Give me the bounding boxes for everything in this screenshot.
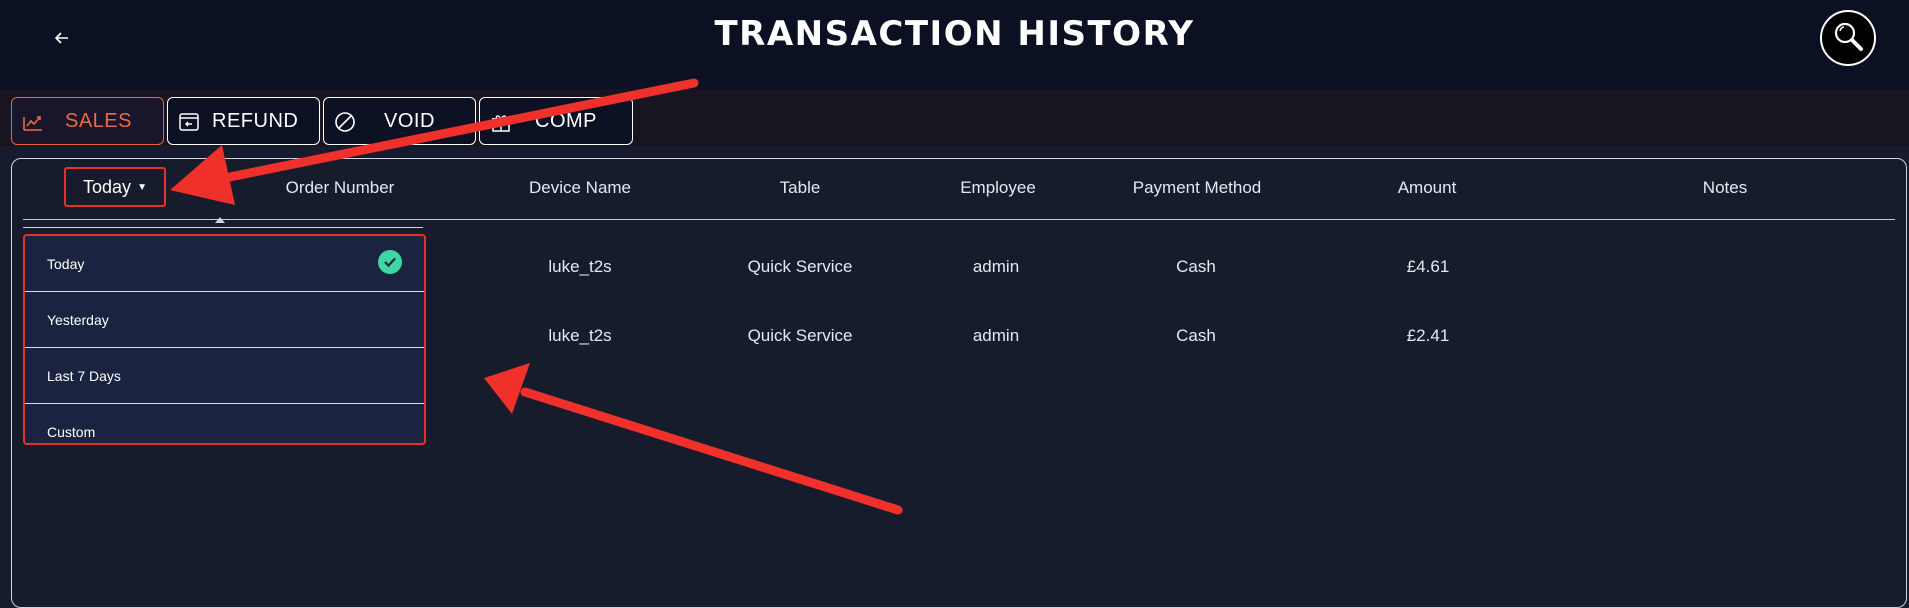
row-employee: admin [972, 257, 1020, 276]
row-table: Quick Service [747, 326, 853, 345]
column-header-table[interactable]: Table [780, 178, 821, 198]
tab-refund[interactable]: REFUND [167, 97, 320, 145]
column-header-device-name[interactable]: Device Name [529, 178, 631, 198]
row-amount: £4.61 [1406, 257, 1450, 276]
gift-icon [490, 111, 512, 137]
column-header-order-number[interactable]: Order Number [286, 178, 395, 198]
magnifier-icon [1832, 20, 1864, 56]
row-table: Quick Service [747, 257, 853, 276]
tab-comp-label: COMP [535, 110, 597, 132]
column-header-employee[interactable]: Employee [960, 178, 1036, 198]
row-employee: admin [972, 326, 1020, 345]
header-divider [23, 219, 1895, 220]
tab-sales-label: SALES [65, 110, 132, 132]
page-title: TRANSACTION HISTORY [714, 14, 1195, 54]
tab-void-label: VOID [384, 110, 435, 132]
date-filter-label: Today [83, 176, 132, 197]
dropdown-option-label: Last 7 Days [47, 367, 121, 384]
row-device-name: luke_t2s [548, 257, 612, 276]
row-amount: £2.41 [1406, 326, 1450, 345]
date-filter-dropdown: Today Yesterday Last 7 Days Custom [23, 234, 426, 445]
dropdown-option-label: Today [47, 255, 85, 272]
row-device-name: luke_t2s [548, 326, 612, 345]
app-header: TRANSACTION HISTORY [0, 0, 1909, 89]
refund-icon [178, 111, 200, 137]
column-header-amount[interactable]: Amount [1398, 178, 1457, 198]
dropdown-option-today[interactable]: Today [25, 236, 424, 292]
void-circle-slash-icon [334, 111, 356, 137]
column-header-payment-method[interactable]: Payment Method [1133, 178, 1262, 198]
tab-sales[interactable]: SALES [11, 97, 164, 145]
row-payment-method: Cash [1176, 326, 1216, 345]
column-header-notes[interactable]: Notes [1703, 178, 1747, 198]
row-payment-method: Cash [1176, 257, 1216, 276]
dropdown-pointer [215, 217, 225, 223]
dropdown-top-border [23, 227, 423, 228]
dropdown-option-label: Custom [47, 424, 96, 440]
date-filter-button[interactable]: Today ▼ [64, 167, 166, 207]
search-button[interactable] [1820, 10, 1876, 66]
dropdown-option-last-7-days[interactable]: Last 7 Days [25, 348, 424, 404]
dropdown-option-yesterday[interactable]: Yesterday [25, 292, 424, 348]
dropdown-option-custom[interactable]: Custom [25, 404, 424, 443]
caret-down-icon: ▼ [137, 181, 147, 193]
sales-chart-icon [22, 111, 44, 137]
tab-comp[interactable]: COMP [479, 97, 633, 145]
tab-void[interactable]: VOID [323, 97, 476, 145]
tab-refund-label: REFUND [212, 110, 299, 132]
check-circle-icon [378, 250, 402, 274]
dropdown-option-label: Yesterday [47, 311, 109, 328]
